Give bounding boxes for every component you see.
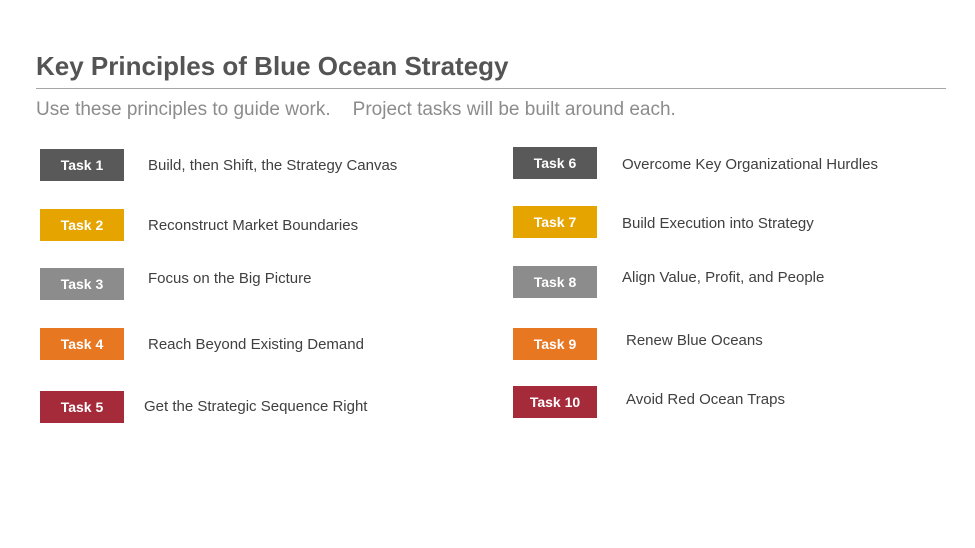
subtitle-part-2: Project tasks will be built around each.	[352, 99, 676, 120]
task-4-badge: Task 4	[40, 328, 124, 360]
task-10-badge: Task 10	[513, 386, 597, 418]
task-9-badge: Task 9	[513, 328, 597, 360]
task-1-description: Build, then Shift, the Strategy Canvas	[148, 157, 398, 174]
task-8-badge: Task 8	[513, 266, 597, 298]
task-2-description: Reconstruct Market Boundaries	[148, 217, 359, 234]
title-underline	[36, 88, 946, 89]
slide-subtitle: Use these principles to guide work. Proje…	[36, 99, 676, 121]
task-8-description: Align Value, Profit, and People	[622, 269, 825, 286]
task-9-description: Renew Blue Oceans	[626, 332, 763, 349]
slide-title: Key Principles of Blue Ocean Strategy	[36, 51, 509, 81]
task-4-description: Reach Beyond Existing Demand	[148, 336, 364, 353]
task-10-description: Avoid Red Ocean Traps	[626, 391, 785, 408]
task-3-description: Focus on the Big Picture	[148, 270, 312, 287]
task-3-badge: Task 3	[40, 268, 124, 300]
task-2-badge: Task 2	[40, 209, 124, 241]
task-5-badge: Task 5	[40, 391, 124, 423]
task-6-badge: Task 6	[513, 147, 597, 179]
subtitle-part-1: Use these principles to guide work.	[36, 99, 331, 120]
task-7-badge: Task 7	[513, 206, 597, 238]
task-1-badge: Task 1	[40, 149, 124, 181]
task-6-description: Overcome Key Organizational Hurdles	[622, 156, 878, 173]
task-5-description: Get the Strategic Sequence Right	[144, 398, 368, 415]
task-7-description: Build Execution into Strategy	[622, 215, 814, 232]
